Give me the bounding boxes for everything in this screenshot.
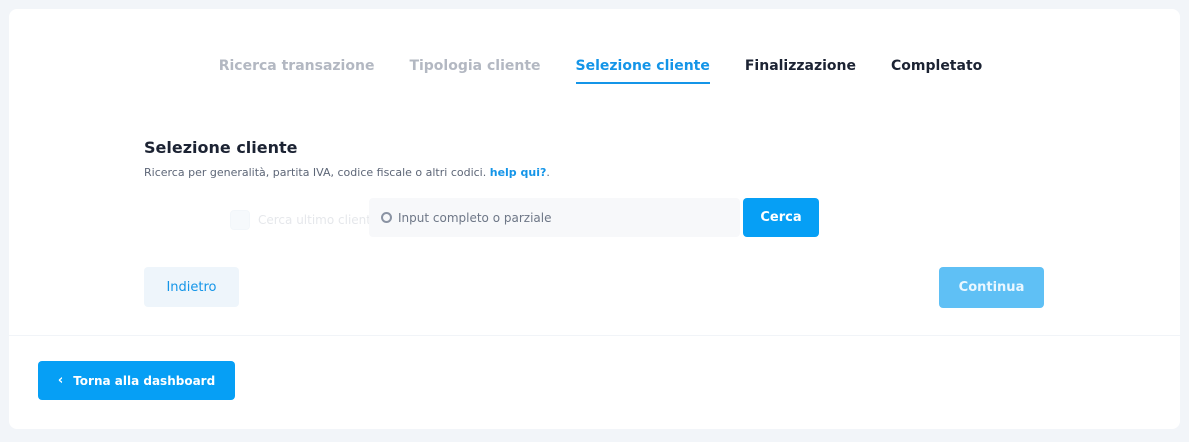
search-button[interactable]: Cerca <box>743 198 819 237</box>
subtitle-text: Ricerca per generalità, partita IVA, cod… <box>144 166 487 179</box>
search-input[interactable] <box>398 210 728 225</box>
section-title: Selezione cliente <box>144 138 298 157</box>
step-selezione-cliente[interactable]: Selezione cliente <box>575 58 710 84</box>
dashboard-button-label: Torna alla dashboard <box>73 373 216 388</box>
back-button[interactable]: Indietro <box>144 267 239 307</box>
last-client-checkbox[interactable] <box>230 210 250 230</box>
last-client-option[interactable]: Cerca ultimo cliente <box>230 210 378 230</box>
step-finalizzazione[interactable]: Finalizzazione <box>745 58 856 84</box>
search-icon <box>381 212 392 223</box>
wizard-card: Ricerca transazione Tipologia cliente Se… <box>9 9 1180 429</box>
subtitle-suffix: . <box>546 166 550 179</box>
dashboard-button[interactable]: ‹ Torna alla dashboard <box>38 361 235 400</box>
step-ricerca-transazione[interactable]: Ricerca transazione <box>219 58 375 84</box>
chevron-left-icon: ‹ <box>57 373 64 388</box>
step-tipologia-cliente[interactable]: Tipologia cliente <box>409 58 540 84</box>
last-client-label: Cerca ultimo cliente <box>258 213 379 227</box>
footer-divider <box>9 335 1180 336</box>
step-completato[interactable]: Completato <box>891 58 982 84</box>
help-link[interactable]: help qui? <box>490 166 547 179</box>
stepper: Ricerca transazione Tipologia cliente Se… <box>9 58 1180 84</box>
search-box <box>369 198 740 237</box>
section-subtitle: Ricerca per generalità, partita IVA, cod… <box>144 166 550 179</box>
continue-button[interactable]: Continua <box>939 267 1044 308</box>
